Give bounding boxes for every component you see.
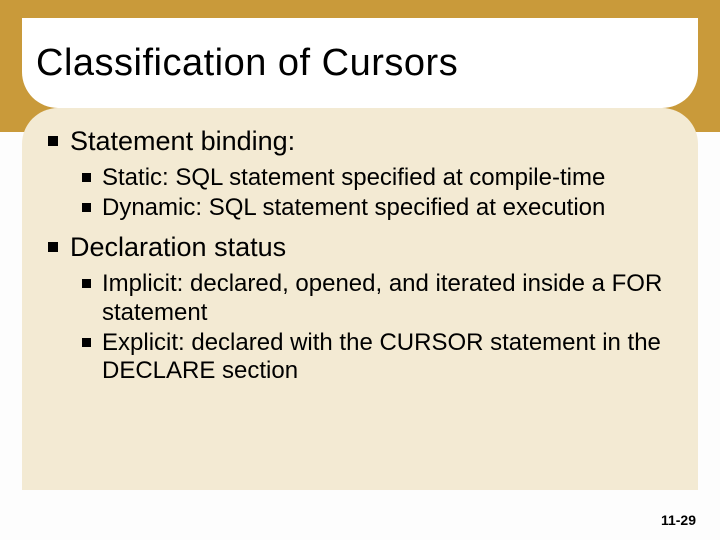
section-heading: Statement binding:	[46, 126, 674, 158]
page-number: 11-29	[661, 512, 696, 528]
title-box: Classification of Cursors	[22, 18, 698, 108]
body-box: Statement binding: Static: SQL statement…	[22, 108, 698, 490]
bullet-item: Dynamic: SQL statement specified at exec…	[46, 194, 674, 222]
section-heading: Declaration status	[46, 232, 674, 264]
slide-title: Classification of Cursors	[36, 42, 458, 85]
bullet-item: Static: SQL statement specified at compi…	[46, 164, 674, 192]
slide: Classification of Cursors Statement bind…	[0, 0, 720, 540]
bullet-item: Explicit: declared with the CURSOR state…	[46, 329, 674, 386]
bullet-item: Implicit: declared, opened, and iterated…	[46, 270, 674, 327]
